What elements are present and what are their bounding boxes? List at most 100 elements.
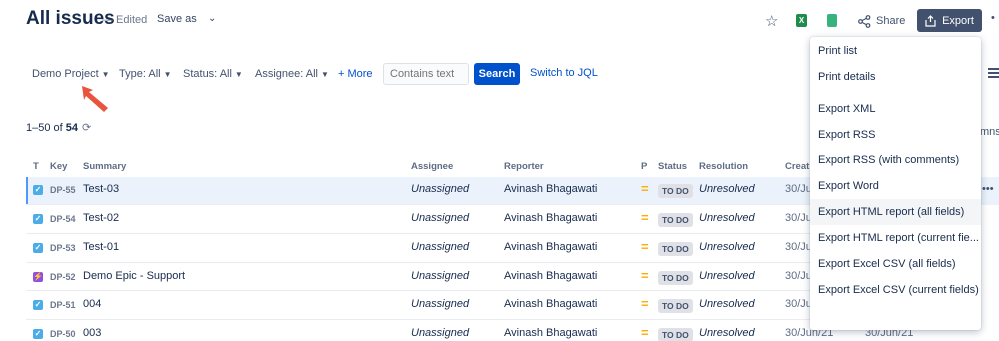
issue-key[interactable]: DP-55 [50, 185, 76, 195]
resolution-cell: Unresolved [699, 327, 755, 339]
priority-medium-icon: = [641, 296, 649, 311]
export-menu-item[interactable]: Export RSS [810, 122, 981, 148]
row-divider [26, 290, 810, 291]
resolution-cell: Unresolved [699, 212, 755, 224]
export-button[interactable]: Export [917, 9, 982, 32]
assignee-cell: Unassigned [411, 183, 470, 195]
reporter-cell: Avinash Bhagawati [504, 212, 598, 224]
row-divider [26, 233, 810, 234]
issue-summary[interactable]: Test-01 [83, 241, 119, 253]
status-filter-label: Status: All [183, 68, 232, 80]
more-filters-button[interactable]: + More [338, 68, 373, 80]
issue-summary[interactable]: Test-02 [83, 212, 119, 224]
result-count: 1–50 of 54 [26, 122, 79, 134]
export-menu-item[interactable]: Print details [810, 64, 981, 90]
issue-summary[interactable]: 003 [83, 327, 101, 339]
assignee-cell: Unassigned [411, 241, 470, 253]
columns-button[interactable]: mns [980, 126, 999, 138]
search-input[interactable] [383, 63, 469, 85]
document-icon[interactable] [827, 14, 837, 27]
col-header-key[interactable]: Key [50, 161, 67, 172]
assignee-cell: Unassigned [411, 270, 470, 282]
hamburger-icon[interactable] [988, 68, 999, 80]
assignee-cell: Unassigned [411, 298, 470, 310]
assignee-cell: Unassigned [411, 212, 470, 224]
export-menu-item[interactable]: Export RSS (with comments) [810, 147, 981, 173]
type-filter-label: Type: All [119, 68, 161, 80]
col-header-assignee[interactable]: Assignee [411, 161, 453, 172]
switch-to-jql-link[interactable]: Switch to JQL [530, 67, 598, 79]
issue-key[interactable]: DP-52 [50, 272, 76, 282]
task-icon: ✓ [33, 329, 43, 339]
export-menu-item[interactable]: Export XML [810, 96, 981, 122]
issue-key[interactable]: DP-54 [50, 214, 76, 224]
export-icon [925, 14, 936, 27]
task-icon: ✓ [33, 243, 43, 253]
refresh-icon[interactable]: ⟳ [82, 121, 91, 134]
annotation-arrow [82, 86, 108, 112]
resolution-cell: Unresolved [699, 298, 755, 310]
status-filter[interactable]: Status: All ▼ [183, 68, 243, 80]
issue-summary[interactable]: Test-03 [83, 183, 119, 195]
share-button[interactable]: Share [858, 11, 905, 31]
status-badge: TO DO [658, 271, 693, 285]
excel-icon[interactable]: X [796, 14, 807, 27]
status-badge: TO DO [658, 213, 693, 227]
chevron-down-icon[interactable]: ⌄ [208, 13, 216, 24]
edited-indicator: — Edited [102, 14, 148, 26]
issue-key[interactable]: DP-50 [50, 329, 76, 339]
reporter-cell: Avinash Bhagawati [504, 183, 598, 195]
row-actions-icon[interactable]: ••• [982, 183, 994, 195]
resolution-cell: Unresolved [699, 183, 755, 195]
task-icon: ✓ [33, 300, 43, 310]
reporter-cell: Avinash Bhagawati [504, 270, 598, 282]
save-as-button[interactable]: Save as [157, 13, 197, 25]
chevron-down-icon: ▼ [101, 70, 110, 79]
search-button[interactable]: Search [474, 63, 520, 85]
export-menu-item[interactable]: Print list [810, 38, 981, 64]
col-header-created[interactable]: Creat [785, 161, 809, 172]
priority-medium-icon: = [641, 325, 649, 340]
epic-icon: ⚡ [33, 272, 43, 282]
row-divider [26, 262, 810, 263]
col-header-status[interactable]: Status [658, 161, 687, 172]
export-menu: Print list Print details Export XML Export … [810, 37, 981, 330]
reporter-cell: Avinash Bhagawati [504, 241, 598, 253]
col-header-priority[interactable]: P [641, 161, 647, 172]
priority-medium-icon: = [641, 210, 649, 225]
export-menu-item[interactable]: Export HTML report (all fields) [810, 199, 981, 225]
export-menu-item[interactable]: Export Excel CSV (current fields) [810, 277, 981, 303]
export-menu-item[interactable]: Export HTML report (current fie... [810, 225, 981, 251]
export-menu-item[interactable]: Export Word [810, 173, 981, 199]
status-badge: TO DO [658, 299, 693, 313]
more-actions-icon[interactable]: • [991, 12, 995, 24]
assignee-filter[interactable]: Assignee: All ▼ [255, 68, 329, 80]
col-header-summary[interactable]: Summary [83, 161, 126, 172]
type-filter[interactable]: Type: All ▼ [119, 68, 172, 80]
share-label: Share [876, 15, 906, 27]
status-badge: TO DO [658, 328, 693, 341]
star-icon[interactable]: ☆ [765, 12, 778, 30]
status-badge: TO DO [658, 184, 693, 198]
issue-key[interactable]: DP-51 [50, 300, 76, 310]
col-header-type[interactable]: T [33, 161, 39, 172]
issue-summary[interactable]: Demo Epic - Support [83, 270, 185, 282]
export-menu-item[interactable]: Export Excel CSV (all fields) [810, 251, 981, 277]
reporter-cell: Avinash Bhagawati [504, 298, 598, 310]
share-icon [858, 14, 871, 28]
assignee-filter-label: Assignee: All [255, 68, 318, 80]
chevron-down-icon: ▼ [163, 70, 172, 79]
resolution-cell: Unresolved [699, 241, 755, 253]
col-header-reporter[interactable]: Reporter [504, 161, 544, 172]
task-icon: ✓ [33, 214, 43, 224]
export-label: Export [942, 14, 974, 27]
issue-summary[interactable]: 004 [83, 298, 101, 310]
col-header-resolution[interactable]: Resolution [699, 161, 748, 172]
chevron-down-icon: ▼ [234, 70, 243, 79]
priority-medium-icon: = [641, 268, 649, 283]
priority-medium-icon: = [641, 181, 649, 196]
issue-key[interactable]: DP-53 [50, 243, 76, 253]
priority-medium-icon: = [641, 239, 649, 254]
resolution-cell: Unresolved [699, 270, 755, 282]
project-filter[interactable]: Demo Project ▼ [32, 68, 110, 80]
